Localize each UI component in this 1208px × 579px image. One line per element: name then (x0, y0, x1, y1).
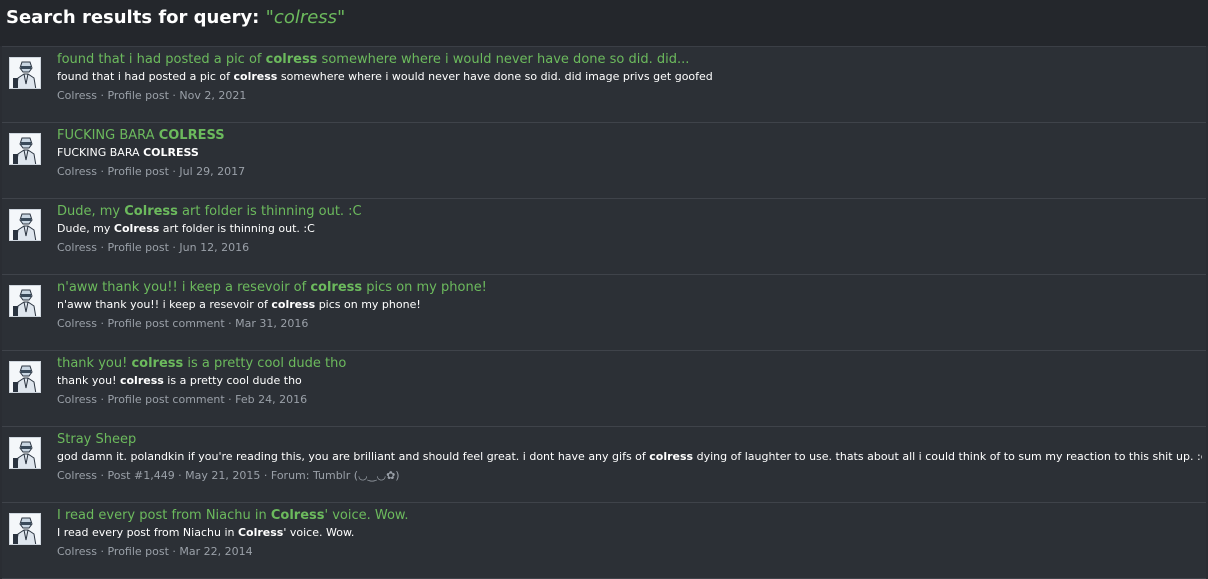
avatar[interactable] (9, 513, 41, 545)
result-row: FUCKING BARA COLRESS FUCKING BARA COLRES… (2, 123, 1206, 199)
result-snippet: n'aww thank you!! i keep a resevoir of c… (57, 298, 421, 311)
avatar[interactable] (9, 209, 41, 241)
search-results-header: Search results for query: "colress" (0, 0, 1208, 46)
search-query: "colress" (265, 7, 346, 28)
header-prefix: Search results for query: (6, 7, 266, 28)
result-row: n'aww thank you!! i keep a resevoir of c… (2, 275, 1206, 351)
results-list: found that i had posted a pic of colress… (2, 46, 1206, 579)
avatar[interactable] (9, 285, 41, 317)
result-meta: Colress · Profile post · Jul 29, 2017 (57, 165, 246, 178)
avatar[interactable] (9, 437, 41, 469)
result-title-link[interactable]: thank you! colress is a pretty cool dude… (57, 354, 1202, 373)
result-title-link[interactable]: I read every post from Niachu in Colress… (57, 506, 1202, 525)
avatar[interactable] (9, 133, 41, 165)
result-title-link[interactable]: found that i had posted a pic of colress… (57, 50, 1202, 69)
result-row: thank you! colress is a pretty cool dude… (2, 351, 1206, 427)
result-title-link[interactable]: FUCKING BARA COLRESS (57, 126, 1202, 145)
result-meta: Colress · Profile post · Jun 12, 2016 (57, 241, 250, 254)
result-snippet: thank you! colress is a pretty cool dude… (57, 374, 302, 387)
result-snippet: I read every post from Niachu in Colress… (57, 526, 355, 539)
result-meta: Colress · Profile post · Nov 2, 2021 (57, 89, 247, 102)
result-row: I read every post from Niachu in Colress… (2, 503, 1206, 579)
result-row: Dude, my Colress art folder is thinning … (2, 199, 1206, 275)
result-row: Stray Sheep god damn it. polandkin if yo… (2, 427, 1206, 503)
result-meta: Colress · Profile post comment · Feb 24,… (57, 393, 308, 406)
result-title-link[interactable]: Dude, my Colress art folder is thinning … (57, 202, 1202, 221)
result-snippet: FUCKING BARA COLRESS (57, 146, 199, 159)
result-snippet: Dude, my Colress art folder is thinning … (57, 222, 315, 235)
result-meta: Colress · Profile post comment · Mar 31,… (57, 317, 309, 330)
result-title-link[interactable]: Stray Sheep (57, 430, 1202, 449)
avatar[interactable] (9, 57, 41, 89)
result-snippet: god damn it. polandkin if you're reading… (57, 450, 1202, 463)
result-title-link[interactable]: n'aww thank you!! i keep a resevoir of c… (57, 278, 1202, 297)
result-snippet: found that i had posted a pic of colress… (57, 70, 713, 83)
result-row: found that i had posted a pic of colress… (2, 47, 1206, 123)
result-meta: Colress · Post #1,449 · May 21, 2015 · F… (57, 469, 400, 482)
avatar[interactable] (9, 361, 41, 393)
result-meta: Colress · Profile post · Mar 22, 2014 (57, 545, 253, 558)
